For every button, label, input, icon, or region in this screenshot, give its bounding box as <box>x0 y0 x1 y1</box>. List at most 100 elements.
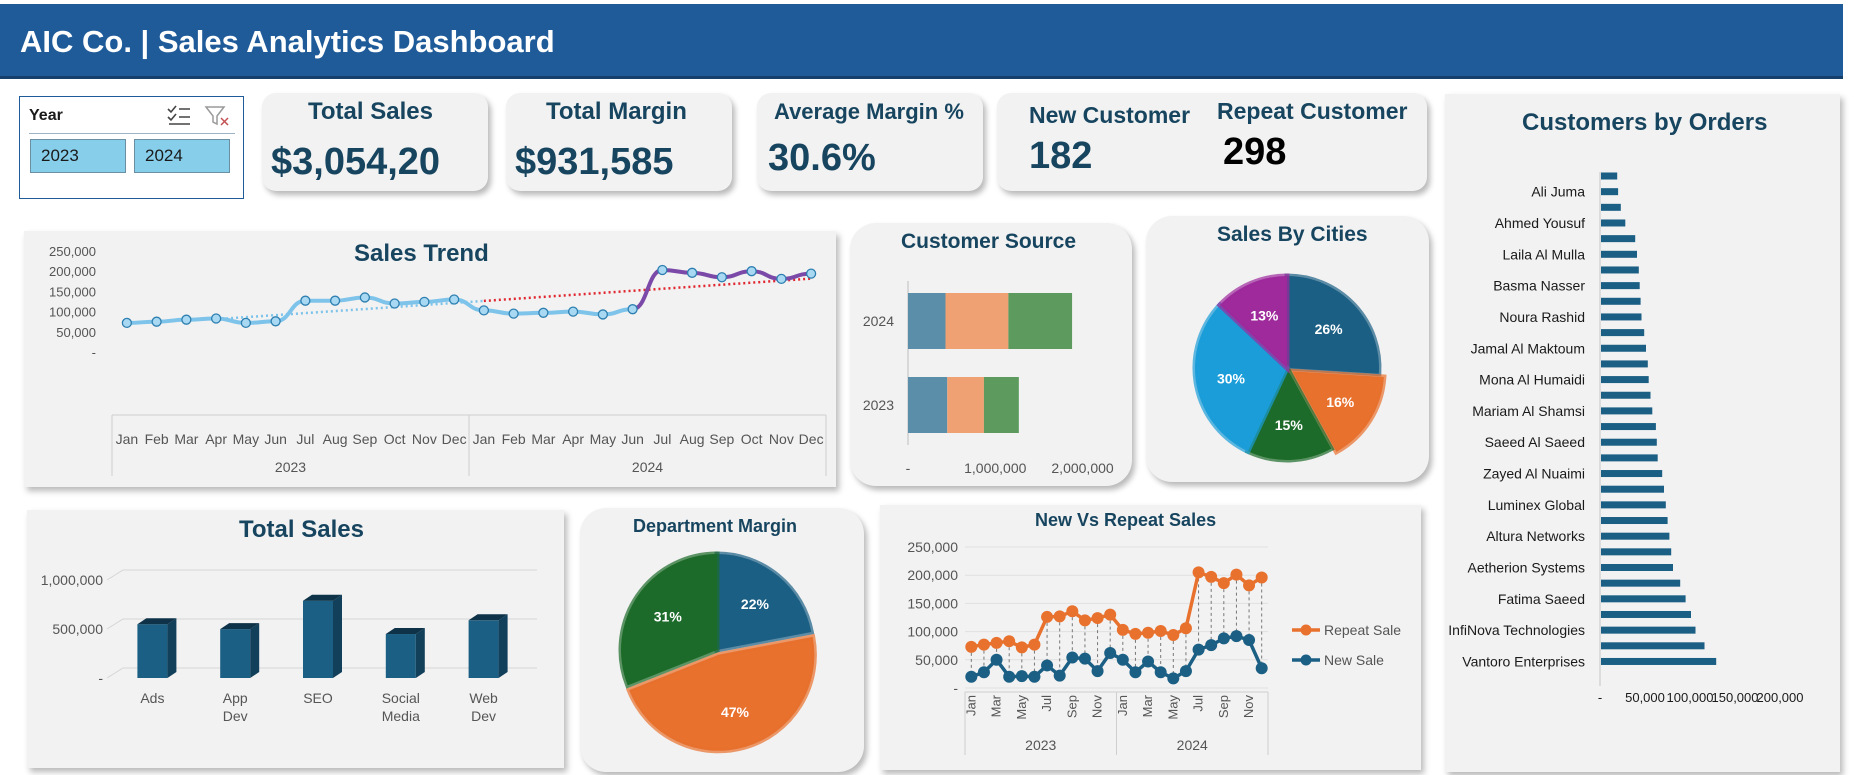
data-point <box>977 638 990 651</box>
bar <box>1601 548 1672 556</box>
data-point <box>686 267 698 278</box>
slicer-option-2024[interactable]: 2024 <box>134 139 230 173</box>
data-point <box>1053 610 1066 623</box>
x-tick-label: Jul <box>296 431 314 447</box>
new-vs-repeat-chart: - 50,000 100,000 150,000 200,000 250,000 Jan Ma… <box>907 539 1401 755</box>
bar <box>1601 610 1691 618</box>
kpi-label: Average Margin % <box>774 99 964 124</box>
x-tick-label: May <box>1014 695 1029 720</box>
data-point <box>210 313 222 324</box>
data-point <box>1255 571 1268 584</box>
x-tick-label: SEO <box>303 690 333 706</box>
slice-label: 30% <box>1217 371 1246 387</box>
data-point <box>1066 651 1079 664</box>
data-point <box>1116 653 1129 666</box>
year-slicer[interactable]: Year 2023 2024 <box>19 96 244 199</box>
slicer-divider <box>29 133 235 134</box>
bar <box>1601 266 1639 274</box>
bar <box>1601 626 1696 634</box>
bar <box>1601 344 1646 352</box>
x-tick-label: 50,000 <box>1625 690 1665 705</box>
data-point <box>1154 625 1167 638</box>
customers-by-orders-card: Customers by Orders Ali Juma Ahmed Yousuf… <box>1445 94 1840 772</box>
data-point <box>1192 566 1205 579</box>
data-point <box>1217 632 1230 645</box>
kpi-label: Total Sales <box>308 98 433 125</box>
clear-filter-icon[interactable] <box>204 104 230 133</box>
bar-side <box>498 614 508 678</box>
data-point <box>300 295 311 306</box>
data-point <box>181 314 192 325</box>
data-point <box>1142 655 1155 668</box>
multi-select-icon[interactable] <box>166 104 192 133</box>
data-point <box>240 317 252 329</box>
total-sales-category-chart: - 500,000 1,000,000 Ads App Dev SEO Social Media… <box>41 569 537 724</box>
x-tick-label: Mar <box>531 431 555 447</box>
x-tick-label: 1,000,000 <box>964 460 1026 476</box>
data-point <box>1091 612 1104 625</box>
group-label: 2024 <box>1177 737 1208 753</box>
data-point <box>1015 670 1028 683</box>
trendline-2023 <box>216 299 484 321</box>
bar <box>1601 579 1681 587</box>
data-point <box>776 273 787 285</box>
bar <box>1601 532 1670 540</box>
category-label: Noura Rashid <box>1499 309 1585 325</box>
data-point <box>151 316 162 327</box>
bar <box>1601 564 1673 571</box>
category-label: Mona Al Humaidi <box>1479 372 1585 388</box>
kpi-label: Total Margin <box>546 98 687 125</box>
slice-label: 16% <box>1326 394 1355 410</box>
kpi-total-margin: Total Margin $931,585 <box>506 93 732 191</box>
data-point <box>1129 666 1142 679</box>
header-bar: AIC Co. | Sales Analytics Dashboard <box>0 4 1843 79</box>
data-point <box>1205 639 1218 652</box>
y-tick-label: 1,000,000 <box>41 572 103 588</box>
y-tick-label: 100,000 <box>49 305 96 320</box>
x-tick-label: Dev <box>471 708 496 724</box>
bar <box>1601 313 1642 321</box>
data-point <box>657 264 668 276</box>
department-margin-card: Department Margin 22% 47% 31% <box>580 508 864 772</box>
data-point <box>977 666 990 679</box>
category-label: Mariam Al Shamsi <box>1472 403 1585 419</box>
customer-source-card: Customer Source 2024 2023-1,000,000 2,000,… <box>850 223 1132 486</box>
kpi-total-sales: Total Sales $3,054,20 <box>262 93 488 191</box>
data-point <box>1129 627 1142 640</box>
data-point <box>1154 666 1167 679</box>
y-tick-label: 2023 <box>863 397 894 413</box>
x-tick-label: Feb <box>502 431 526 447</box>
sales-by-cities-card: Sales By Cities 26% 16% 15% 30% 13% <box>1146 216 1429 482</box>
data-point <box>1205 570 1218 583</box>
x-tick-label: Jan <box>963 695 978 716</box>
data-point <box>1230 630 1243 643</box>
bar <box>1601 188 1619 196</box>
data-point <box>1243 579 1256 592</box>
bar-segment <box>908 377 948 433</box>
category-label: Fatima Saeed <box>1498 591 1585 607</box>
kpi-repeat-customer-label: Repeat Customer <box>1217 98 1408 124</box>
bar-segment <box>908 293 946 349</box>
x-tick-label: Dec <box>442 431 467 447</box>
bar <box>1601 657 1717 665</box>
data-point <box>1028 670 1041 683</box>
kpi-average-margin: Average Margin % 30.6% <box>757 93 983 191</box>
data-point <box>1015 641 1028 654</box>
data-point <box>1179 622 1192 635</box>
bar <box>1601 172 1618 180</box>
data-point <box>1041 659 1054 672</box>
bar <box>1601 360 1648 368</box>
x-tick-label: Mar <box>174 431 198 447</box>
data-point <box>1053 669 1066 682</box>
data-point <box>121 317 133 329</box>
bar <box>1601 329 1645 337</box>
x-tick-label: App <box>223 690 248 706</box>
category-label: InfiNova Technologies <box>1448 622 1585 638</box>
bar <box>1601 376 1649 384</box>
slicer-title: Year <box>29 107 63 124</box>
data-point <box>538 307 549 318</box>
data-point <box>1142 626 1155 639</box>
x-tick-label: Nov <box>1241 695 1256 719</box>
slicer-option-2023[interactable]: 2023 <box>30 139 126 173</box>
bar <box>1601 454 1658 462</box>
